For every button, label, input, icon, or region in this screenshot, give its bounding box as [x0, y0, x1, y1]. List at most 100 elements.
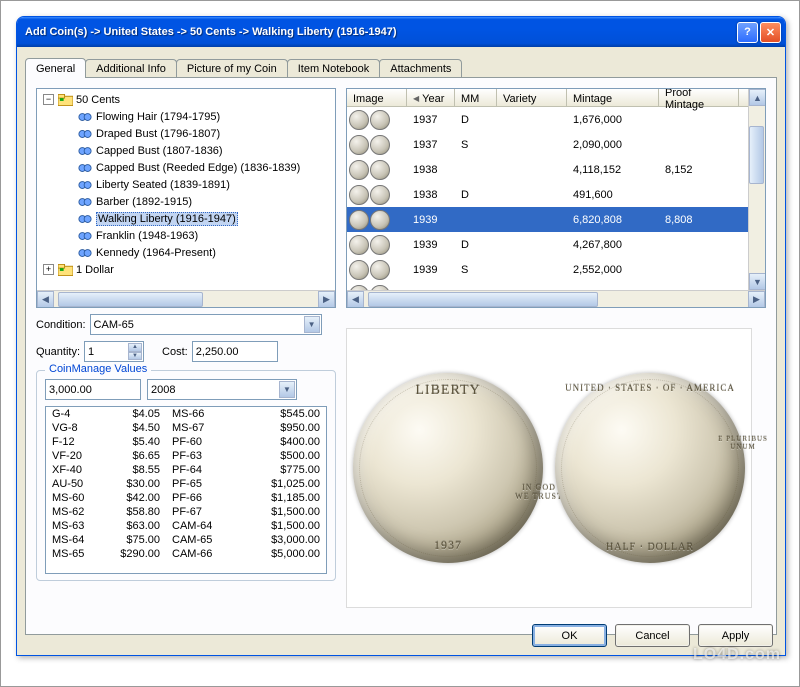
tab-attachments[interactable]: Attachments [379, 59, 462, 77]
condition-value: CAM-65 [94, 319, 134, 331]
scroll-thumb[interactable] [749, 126, 764, 184]
tree-item[interactable]: Draped Bust (1796-1807) [39, 125, 333, 142]
chevron-down-icon[interactable]: ▼ [304, 316, 320, 333]
values-row[interactable]: MS-60$42.00PF-66$1,185.00 [46, 491, 326, 505]
help-button[interactable]: ? [737, 22, 758, 43]
scroll-down-icon[interactable]: ▼ [749, 273, 766, 290]
tree-item[interactable]: Flowing Hair (1794-1795) [39, 108, 333, 125]
cost-value: 2,250.00 [196, 346, 239, 358]
window-titlebar[interactable]: Add Coin(s) -> United States -> 50 Cents… [17, 17, 785, 47]
tree-root[interactable]: +1 Dollar [39, 261, 333, 278]
values-legend: CoinManage Values [45, 363, 151, 375]
column-header[interactable]: Mintage [567, 89, 659, 106]
coin-thumb-icon [370, 110, 390, 130]
values-row[interactable]: XF-40$8.55PF-64$775.00 [46, 463, 326, 477]
table-hscroll[interactable]: ◀ ▶ [347, 290, 765, 307]
values-row[interactable]: MS-63$63.00CAM-64$1,500.00 [46, 519, 326, 533]
column-header[interactable]: Variety [497, 89, 567, 106]
coins-icon [77, 229, 93, 242]
category-tree[interactable]: −50 CentsFlowing Hair (1794-1795)Draped … [36, 88, 336, 308]
values-row[interactable]: VG-8$4.50MS-67$950.00 [46, 421, 326, 435]
values-row[interactable]: MS-62$58.80PF-67$1,500.00 [46, 505, 326, 519]
condition-label: Condition: [36, 319, 86, 331]
tab-content: −50 CentsFlowing Hair (1794-1795)Draped … [25, 77, 777, 635]
coin-thumb-icon [370, 285, 390, 291]
scroll-up-icon[interactable]: ▲ [749, 89, 766, 106]
scroll-thumb[interactable] [58, 292, 203, 307]
scroll-right-icon[interactable]: ▶ [318, 291, 335, 308]
tab-general[interactable]: General [25, 58, 86, 78]
values-grid[interactable]: G-4$4.05MS-66$545.00VG-8$4.50MS-67$950.0… [45, 406, 327, 574]
values-row[interactable]: VF-20$6.65PF-63$500.00 [46, 449, 326, 463]
table-row[interactable]: 19384,118,1528,152 [347, 157, 748, 182]
quantity-label: Quantity: [36, 346, 80, 358]
tab-picture-of-my-coin[interactable]: Picture of my Coin [176, 59, 288, 77]
scroll-right-icon[interactable]: ▶ [748, 291, 765, 308]
column-header[interactable]: Proof Mintage [659, 89, 739, 106]
table-row[interactable]: 1937D1,676,000 [347, 107, 748, 132]
chevron-down-icon[interactable]: ▼ [279, 381, 295, 398]
tree-item[interactable]: Capped Bust (1807-1836) [39, 142, 333, 159]
close-button[interactable]: ✕ [760, 22, 781, 43]
coins-icon [77, 246, 93, 259]
table-row[interactable]: 19409,167,27911,279 [347, 282, 748, 290]
column-header[interactable]: Image [347, 89, 407, 106]
tree-hscroll[interactable]: ◀ ▶ [37, 290, 335, 307]
table-row[interactable]: 1938D491,600 [347, 182, 748, 207]
coin-thumb-icon [370, 160, 390, 180]
expand-icon[interactable]: + [43, 264, 54, 275]
tree-item[interactable]: Kennedy (1964-Present) [39, 244, 333, 261]
scroll-left-icon[interactable]: ◀ [37, 291, 54, 308]
table-row[interactable]: 19396,820,8088,808 [347, 207, 748, 232]
coin-thumb-icon [370, 185, 390, 205]
tree-item[interactable]: Liberty Seated (1839-1891) [39, 176, 333, 193]
condition-combo[interactable]: CAM-65 ▼ [90, 314, 322, 335]
coin-thumb-icon [370, 210, 390, 230]
coin-thumb-icon [349, 235, 369, 255]
value-year-combo[interactable]: 2008 ▼ [147, 379, 297, 400]
ok-button[interactable]: OK [532, 624, 607, 647]
spin-down-icon[interactable]: ▼ [128, 352, 142, 361]
tab-strip: GeneralAdditional InfoPicture of my Coin… [25, 55, 777, 77]
tab-additional-info[interactable]: Additional Info [85, 59, 177, 77]
apply-button[interactable]: Apply [698, 624, 773, 647]
tree-item[interactable]: Barber (1892-1915) [39, 193, 333, 210]
values-row[interactable]: G-4$4.05MS-66$545.00 [46, 407, 326, 421]
coin-thumb-icon [349, 160, 369, 180]
coin-image-area: LIBERTY IN GOD WE TRUST 1937 UNITED · ST… [346, 328, 752, 608]
coins-icon [77, 110, 93, 123]
collapse-icon[interactable]: − [43, 94, 54, 105]
scroll-thumb[interactable] [368, 292, 598, 307]
cost-field[interactable]: 2,250.00 [192, 341, 278, 362]
values-row[interactable]: MS-65$290.00CAM-66$5,000.00 [46, 547, 326, 561]
tree-item[interactable]: Franklin (1948-1963) [39, 227, 333, 244]
tree-root[interactable]: −50 Cents [39, 91, 333, 108]
coins-icon [77, 212, 93, 225]
scroll-left-icon[interactable]: ◀ [347, 291, 364, 308]
tab-item-notebook[interactable]: Item Notebook [287, 59, 381, 77]
coin-thumb-icon [349, 110, 369, 130]
table-vscroll[interactable]: ▲ ▼ [748, 89, 765, 290]
coin-table[interactable]: Image◀YearMMVarietyMintageProof Mintage … [346, 88, 766, 308]
coin-thumb-icon [370, 135, 390, 155]
coin-thumb-icon [349, 185, 369, 205]
tree-item[interactable]: Walking Liberty (1916-1947) [39, 210, 333, 227]
spin-up-icon[interactable]: ▲ [128, 343, 142, 352]
value-price-field[interactable]: 3,000.00 [45, 379, 141, 400]
values-row[interactable]: AU-50$30.00PF-65$1,025.00 [46, 477, 326, 491]
values-row[interactable]: MS-64$75.00CAM-65$3,000.00 [46, 533, 326, 547]
tree-item[interactable]: Capped Bust (Reeded Edge) (1836-1839) [39, 159, 333, 176]
values-row[interactable]: F-12$5.40PF-60$400.00 [46, 435, 326, 449]
quantity-value: 1 [88, 346, 94, 358]
cancel-button[interactable]: Cancel [615, 624, 690, 647]
folder-icon [57, 93, 73, 106]
column-header[interactable]: MM [455, 89, 497, 106]
cost-label: Cost: [162, 346, 188, 358]
table-row[interactable]: 1939S2,552,000 [347, 257, 748, 282]
table-row[interactable]: 1937S2,090,000 [347, 132, 748, 157]
column-header[interactable]: ◀Year [407, 89, 455, 106]
folder-icon [57, 263, 73, 276]
coin-thumb-icon [349, 135, 369, 155]
table-row[interactable]: 1939D4,267,800 [347, 232, 748, 257]
quantity-stepper[interactable]: 1 ▲▼ [84, 341, 144, 362]
